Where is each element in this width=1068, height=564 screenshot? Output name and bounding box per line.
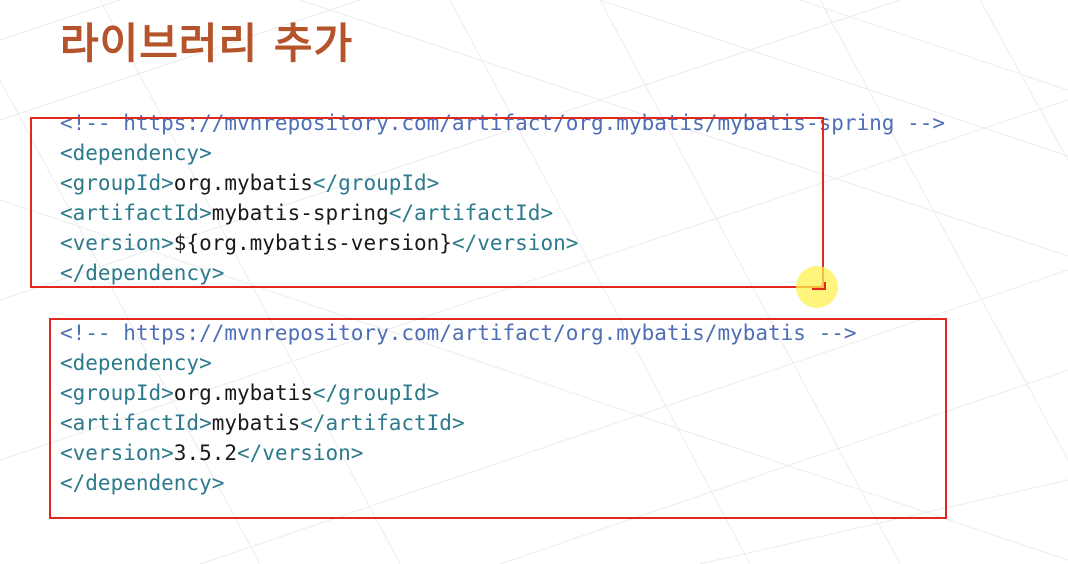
pen-cursor-icon [812,282,826,290]
slide-title: 라이브러리 추가 [60,19,354,68]
highlight-box-mybatis-spring [30,117,824,288]
highlight-box-mybatis [49,318,947,519]
